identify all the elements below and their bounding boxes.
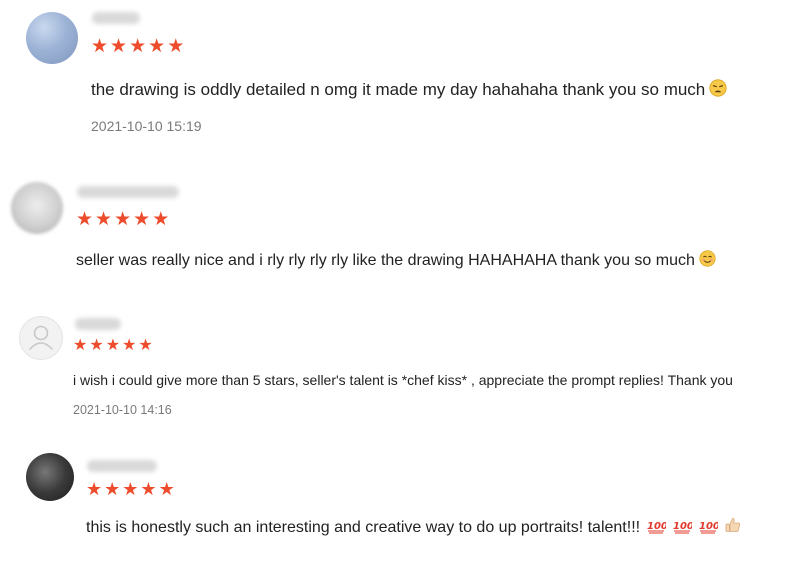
review-text: this is honestly such an interesting and… bbox=[86, 516, 742, 539]
star-icon: ★ bbox=[122, 479, 139, 499]
star-rating: ★ ★ ★ ★ ★ bbox=[86, 480, 175, 498]
avatar[interactable] bbox=[26, 453, 74, 501]
hundred-points-icon: 100 bbox=[698, 518, 720, 539]
svg-text:100: 100 bbox=[699, 521, 718, 532]
review-text-content: this is honestly such an interesting and… bbox=[86, 519, 641, 536]
svg-text:100: 100 bbox=[673, 521, 692, 532]
username-blurred[interactable] bbox=[87, 460, 157, 472]
thumbs-up-icon bbox=[724, 516, 742, 539]
star-icon: ★ bbox=[104, 479, 121, 499]
hundred-points-icon: 100 bbox=[646, 518, 668, 539]
star-icon: ★ bbox=[158, 479, 175, 499]
svg-text:100: 100 bbox=[647, 521, 666, 532]
star-icon: ★ bbox=[140, 479, 157, 499]
star-icon: ★ bbox=[86, 479, 103, 499]
hundred-points-icon: 100 bbox=[672, 518, 694, 539]
review-item: ★ ★ ★ ★ ★ this is honestly such an inter… bbox=[0, 0, 800, 567]
